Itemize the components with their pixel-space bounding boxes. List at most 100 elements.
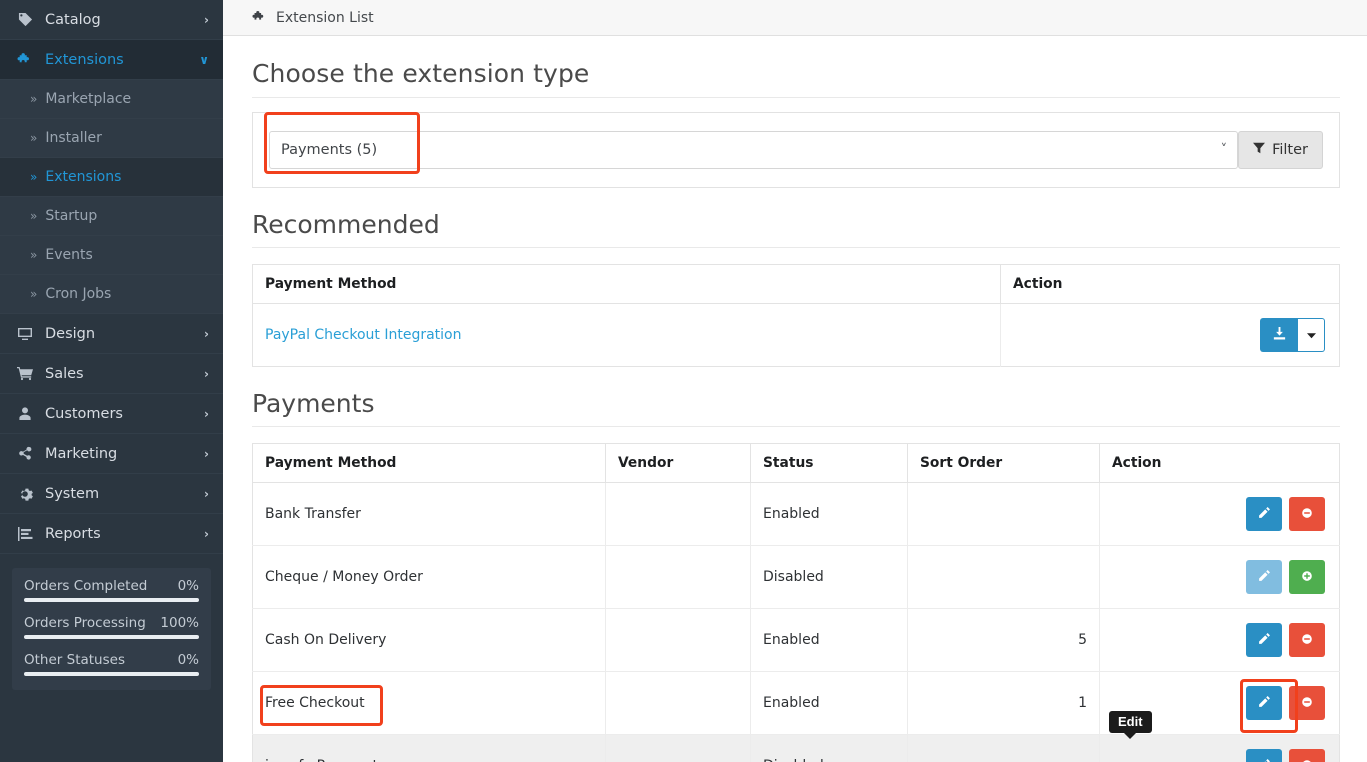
table-row: Cheque / Money Order Disabled bbox=[252, 545, 1340, 609]
action-buttons: Edit bbox=[1109, 711, 1325, 762]
double-chevron-icon: » bbox=[30, 287, 37, 301]
download-dropdown-button[interactable] bbox=[1298, 318, 1325, 352]
cell-sort-order bbox=[907, 482, 1100, 546]
chevron-right-icon: › bbox=[204, 12, 209, 27]
double-chevron-icon: » bbox=[30, 209, 37, 223]
table-row: Bank Transfer Enabled bbox=[252, 482, 1340, 546]
cell-vendor bbox=[605, 608, 751, 672]
sidebar-item-startup[interactable]: » Startup bbox=[0, 197, 223, 236]
sidebar-item-installer[interactable]: » Installer bbox=[0, 119, 223, 158]
stat-label: Orders Processing bbox=[24, 615, 146, 631]
col-sort-order: Sort Order bbox=[907, 443, 1100, 483]
sidebar-subitem-label: Extensions bbox=[45, 169, 122, 185]
pencil-icon bbox=[1257, 758, 1271, 762]
sidebar-item-system[interactable]: System › bbox=[0, 474, 223, 514]
col-payment-method: Payment Method bbox=[252, 443, 606, 483]
cell-status: Disabled bbox=[750, 545, 908, 609]
extension-type-select[interactable]: Payments (5) bbox=[269, 131, 1239, 169]
double-chevron-icon: » bbox=[30, 170, 37, 184]
action-buttons bbox=[1112, 497, 1325, 531]
edit-button[interactable] bbox=[1246, 497, 1282, 531]
col-action: Action bbox=[1099, 443, 1340, 483]
col-status: Status bbox=[750, 443, 908, 483]
cell-sort-order bbox=[907, 734, 1100, 762]
sidebar-item-label: Sales bbox=[45, 365, 84, 382]
puzzle-icon bbox=[252, 10, 267, 25]
plus-circle-icon bbox=[1300, 569, 1314, 586]
action-buttons bbox=[1112, 623, 1325, 657]
uninstall-button[interactable] bbox=[1289, 623, 1325, 657]
cell-payment-method: Bank Transfer bbox=[252, 482, 606, 546]
sidebar-item-design[interactable]: Design › bbox=[0, 314, 223, 354]
cart-icon bbox=[14, 366, 36, 382]
stat-progress-bar bbox=[24, 672, 199, 676]
edit-button[interactable] bbox=[1246, 623, 1282, 657]
breadcrumb-label[interactable]: Extension List bbox=[276, 10, 374, 26]
sidebar-item-label: System bbox=[45, 485, 100, 502]
cell-payment-method: PayPal Checkout Integration bbox=[252, 303, 1001, 367]
install-button[interactable] bbox=[1289, 560, 1325, 594]
cell-sort-order: 5 bbox=[907, 608, 1100, 672]
cell-action bbox=[1001, 304, 1340, 367]
table-header-row: Payment Method Action bbox=[252, 264, 1340, 304]
puzzle-icon bbox=[14, 52, 36, 68]
sidebar-subitem-label: Marketplace bbox=[45, 91, 132, 107]
cell-payment-method: Cheque / Money Order bbox=[252, 545, 606, 609]
tag-icon bbox=[14, 12, 36, 27]
table-row: PayPal Checkout Integration bbox=[252, 303, 1340, 367]
funnel-icon bbox=[1253, 142, 1266, 158]
chevron-right-icon: › bbox=[204, 446, 209, 461]
col-action: Action bbox=[1000, 264, 1340, 304]
extension-type-panel: Payments (5) ˅ Filter bbox=[252, 112, 1340, 188]
minus-circle-icon bbox=[1300, 758, 1314, 762]
edit-button[interactable]: Edit bbox=[1109, 711, 1282, 762]
sidebar-item-marketing[interactable]: Marketing › bbox=[0, 434, 223, 474]
recommended-table: Payment Method Action PayPal Checkout In… bbox=[252, 264, 1340, 367]
table-header-row: Payment Method Vendor Status Sort Order … bbox=[252, 443, 1340, 483]
cell-payment-method: Free Checkout bbox=[252, 671, 606, 735]
double-chevron-icon: » bbox=[30, 248, 37, 262]
edit-button-disabled bbox=[1246, 560, 1282, 594]
sidebar-item-extensions[interactable]: Extensions ∨ bbox=[0, 40, 223, 80]
edit-button[interactable] bbox=[1246, 686, 1282, 720]
stat-value: 0% bbox=[177, 578, 199, 594]
sidebar-subitem-label: Installer bbox=[45, 130, 102, 146]
download-button[interactable] bbox=[1260, 318, 1298, 352]
uninstall-button[interactable] bbox=[1289, 686, 1325, 720]
action-buttons bbox=[1112, 560, 1325, 594]
stat-progress-bar bbox=[24, 635, 199, 639]
filter-button[interactable]: Filter bbox=[1238, 131, 1323, 169]
minus-circle-icon bbox=[1300, 506, 1314, 523]
uninstall-button[interactable] bbox=[1289, 497, 1325, 531]
pencil-icon bbox=[1257, 506, 1271, 523]
table-row: Free Checkout Enabled 1 bbox=[252, 671, 1340, 735]
sidebar-submenu-extensions: » Marketplace » Installer » Extensions »… bbox=[0, 80, 223, 314]
chevron-down-icon: ∨ bbox=[199, 52, 209, 67]
stat-value: 0% bbox=[177, 652, 199, 668]
chevron-right-icon: › bbox=[204, 366, 209, 381]
uninstall-button[interactable] bbox=[1289, 749, 1325, 762]
sidebar-item-sales[interactable]: Sales › bbox=[0, 354, 223, 394]
cell-vendor bbox=[605, 482, 751, 546]
sidebar-item-customers[interactable]: Customers › bbox=[0, 394, 223, 434]
sidebar: Catalog › Extensions ∨ » Marketplace » I… bbox=[0, 0, 223, 762]
sidebar-item-marketplace[interactable]: » Marketplace bbox=[0, 80, 223, 119]
sidebar-item-cron-jobs[interactable]: » Cron Jobs bbox=[0, 275, 223, 314]
cell-vendor bbox=[605, 671, 751, 735]
cell-status: Enabled bbox=[750, 671, 908, 735]
cell-action bbox=[1099, 545, 1340, 609]
extension-link-paypal[interactable]: PayPal Checkout Integration bbox=[265, 327, 462, 343]
sidebar-item-extensions-sub[interactable]: » Extensions bbox=[0, 158, 223, 197]
stat-progress-bar bbox=[24, 598, 199, 602]
sidebar-item-reports[interactable]: Reports › bbox=[0, 514, 223, 554]
sidebar-item-label: Customers bbox=[45, 405, 123, 422]
action-buttons bbox=[1013, 318, 1325, 352]
cell-sort-order: 1 bbox=[907, 671, 1100, 735]
download-icon bbox=[1272, 326, 1287, 344]
cell-action: Edit bbox=[1099, 711, 1340, 762]
sidebar-item-events[interactable]: » Events bbox=[0, 236, 223, 275]
sidebar-item-catalog[interactable]: Catalog › bbox=[0, 0, 223, 40]
pencil-icon bbox=[1257, 569, 1271, 586]
install-button-group bbox=[1260, 318, 1325, 352]
sidebar-subitem-label: Startup bbox=[45, 208, 98, 224]
